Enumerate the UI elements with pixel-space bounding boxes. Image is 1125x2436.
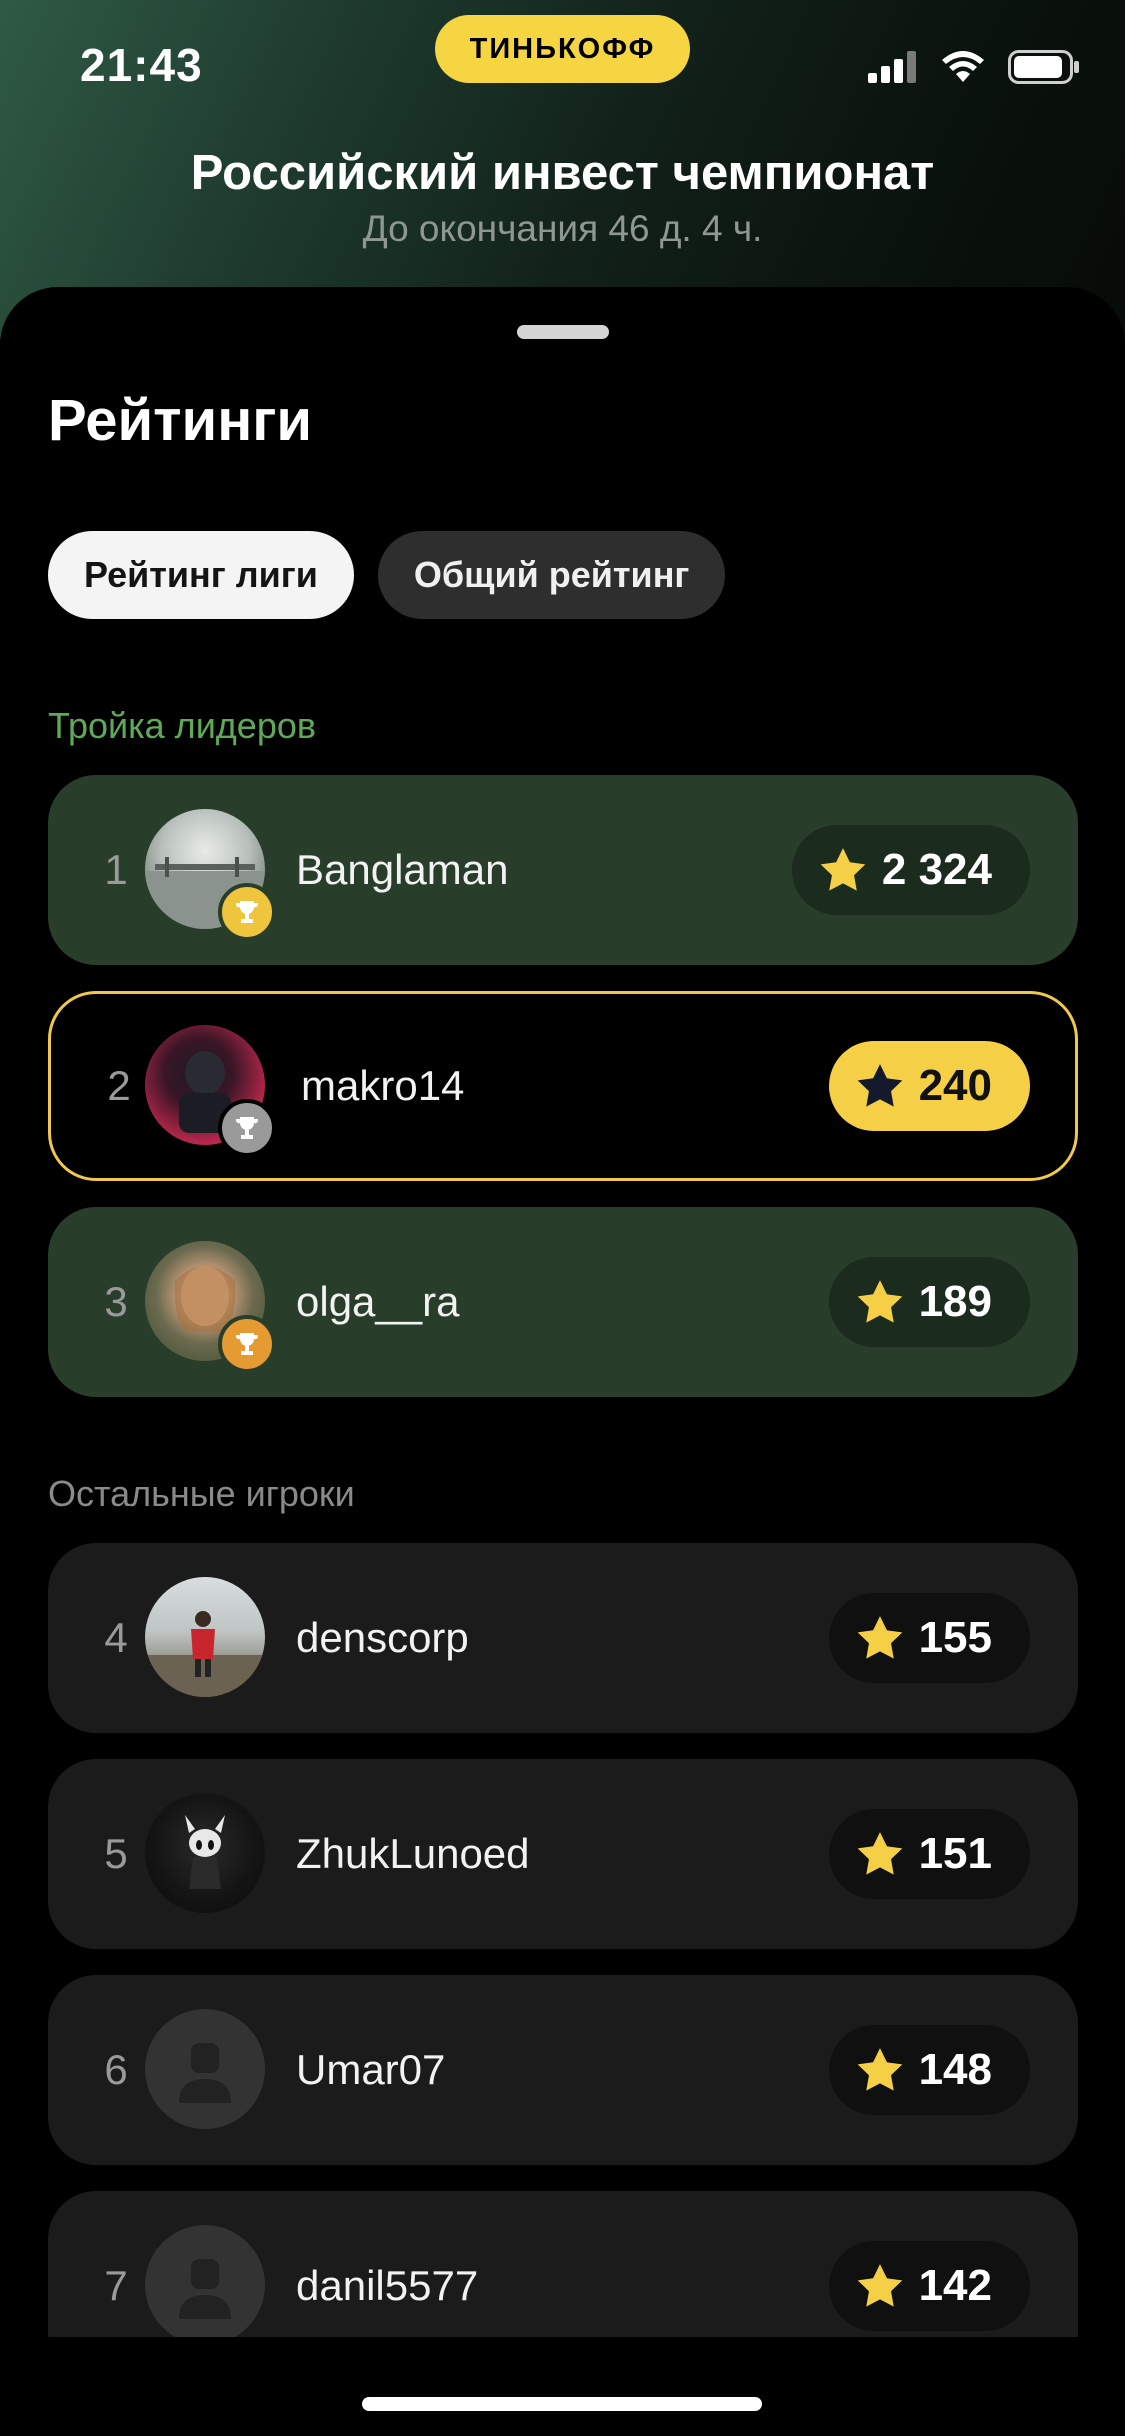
player-name: ZhukLunoed — [296, 1830, 530, 1877]
sheet-drag-handle[interactable] — [517, 325, 609, 339]
score-value: 155 — [918, 1613, 992, 1662]
brand-badge: ТИНЬКОФФ — [435, 15, 690, 83]
player-name: Umar07 — [296, 2046, 446, 2093]
rank-number: 3 — [104, 1278, 128, 1325]
countdown-text: До окончания 46 д. 4 ч. — [362, 208, 763, 249]
score-badge: 240 — [828, 1041, 1030, 1131]
leaderboard-row-4[interactable]: 4 denscorp 155 — [48, 1543, 1078, 1733]
leaders-section-title: Тройка лидеров — [48, 705, 316, 746]
star-icon — [857, 1616, 902, 1659]
player-name: danil5577 — [296, 2262, 479, 2309]
score-badge: 189 — [828, 1257, 1030, 1347]
avatar — [145, 1793, 265, 1913]
score-badge: 142 — [828, 2241, 1030, 2331]
rating-tabs: Рейтинг лиги Общий рейтинг — [48, 531, 726, 619]
ratings-sheet: Рейтинги Рейтинг лиги Общий рейтинг Трой… — [0, 287, 1125, 2337]
star-icon — [857, 1280, 902, 1323]
rank-number: 6 — [104, 2046, 128, 2093]
score-value: 2 324 — [881, 845, 992, 894]
trophy-icon — [218, 883, 276, 941]
user-icon — [145, 2009, 265, 2129]
score-badge: 155 — [828, 1593, 1030, 1683]
leaderboard-row-3[interactable]: 3 olga__ra 189 — [48, 1207, 1078, 1397]
home-indicator[interactable] — [362, 2397, 762, 2411]
signal-icon — [868, 51, 916, 83]
wifi-icon — [942, 51, 984, 82]
status-icons — [868, 50, 1080, 84]
ratings-heading: Рейтинги — [48, 388, 313, 453]
rank-number: 7 — [104, 2262, 128, 2309]
tab-overall-rating[interactable]: Общий рейтинг — [377, 531, 726, 619]
player-name: Banglaman — [296, 846, 509, 893]
battery-icon — [1008, 50, 1079, 84]
trophy-icon — [218, 1315, 276, 1373]
rank-number: 1 — [104, 846, 128, 893]
score-badge: 151 — [828, 1809, 1030, 1899]
other-players-section-title: Остальные игроки — [48, 1473, 355, 1514]
score-value: 240 — [918, 1061, 992, 1110]
score-value: 148 — [918, 2045, 992, 2094]
avatar — [145, 1577, 265, 1697]
score-badge: 148 — [828, 2025, 1030, 2115]
player-name: olga__ra — [296, 1278, 460, 1325]
leaderboard-row-1[interactable]: 1 Banglaman 2 324 — [48, 775, 1078, 965]
rank-number: 4 — [104, 1614, 128, 1661]
tab-league-rating[interactable]: Рейтинг лиги — [48, 531, 354, 619]
page-title: Российский инвест чемпионат — [190, 146, 935, 200]
player-name: denscorp — [296, 1614, 469, 1661]
trophy-icon — [218, 1099, 276, 1157]
user-icon — [145, 2225, 265, 2337]
score-badge: 2 324 — [791, 825, 1030, 915]
score-value: 189 — [918, 1277, 992, 1326]
rank-number: 2 — [107, 1062, 131, 1109]
player-name: makro14 — [301, 1062, 465, 1109]
score-value: 151 — [918, 1829, 992, 1878]
star-icon — [857, 1064, 902, 1107]
leaderboard-row-6[interactable]: 6 Umar07 148 — [48, 1975, 1078, 2165]
star-icon — [857, 2264, 902, 2307]
star-icon — [857, 1832, 902, 1875]
star-icon — [857, 2048, 902, 2091]
rank-number: 5 — [104, 1830, 128, 1877]
leaderboard-row-7[interactable]: 7 danil5577 142 — [48, 2191, 1078, 2337]
status-time: 21:43 — [80, 39, 203, 91]
score-value: 142 — [918, 2261, 992, 2310]
star-icon — [820, 848, 866, 891]
leaderboard-row-5[interactable]: 5 ZhukLunoed 151 — [48, 1759, 1078, 1949]
leaderboard-row-2-current-user[interactable]: 2 makro14 240 — [48, 991, 1078, 1181]
